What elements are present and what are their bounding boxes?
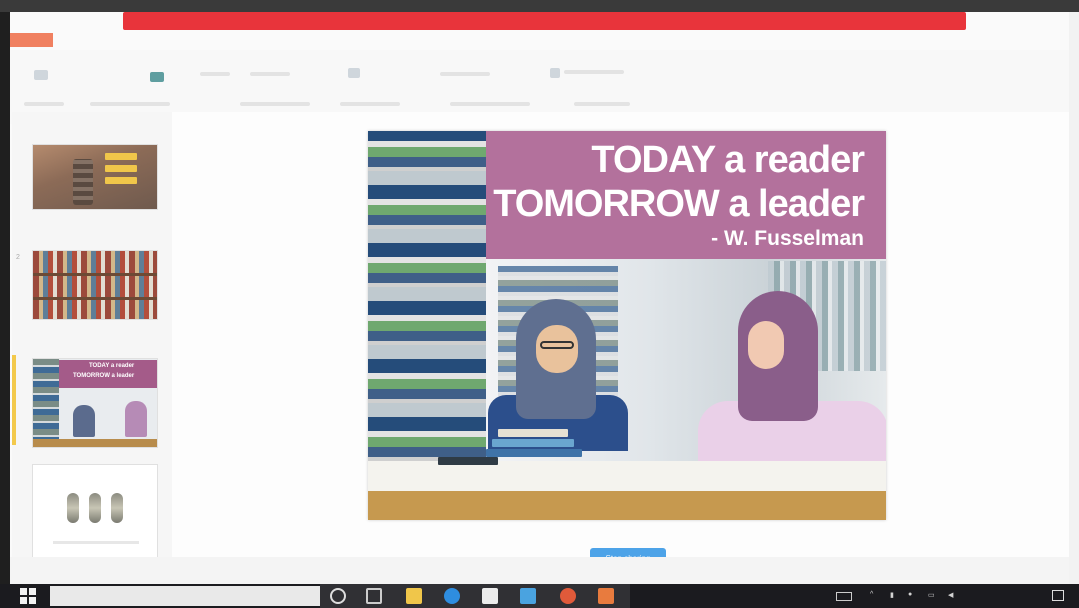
chrome-browser-icon[interactable] (560, 588, 576, 604)
ribbon-group-label (450, 102, 530, 106)
ribbon-group-label (90, 102, 170, 106)
taskbar-search-box[interactable] (50, 586, 320, 606)
microphone-icon[interactable]: ● (908, 591, 912, 598)
store-icon[interactable] (482, 588, 498, 604)
slide-thumbnail-4[interactable] (32, 464, 158, 560)
thumb-text-block (105, 153, 137, 160)
file-explorer-icon[interactable] (406, 588, 422, 604)
slide-thumbnail-1[interactable] (32, 144, 158, 210)
book (498, 429, 568, 437)
selected-slide-marker (12, 355, 16, 445)
ribbon-group-label (574, 102, 630, 106)
thumb-shape (89, 493, 101, 523)
volume-icon[interactable]: ◀ (948, 591, 953, 599)
notifications-icon[interactable] (1052, 590, 1064, 601)
thumb-shape (67, 493, 79, 523)
student-right-face (748, 321, 784, 369)
status-bar (10, 557, 1079, 584)
edge-browser-icon[interactable] (444, 588, 460, 604)
os-taskbar: ^ ▮ ● ▭ ◀ (0, 584, 1079, 608)
slide-number-2: 2 (16, 254, 20, 261)
ribbon-group-slides[interactable] (90, 58, 190, 112)
thumb-person (125, 401, 147, 437)
find-icon[interactable] (550, 68, 560, 78)
screen-share-banner[interactable] (123, 12, 966, 30)
thumb-shelf (33, 297, 157, 300)
font-size-control[interactable] (250, 72, 290, 76)
shapes-control[interactable] (440, 72, 490, 76)
slide-thumbnails-panel: 2 TODAY a reader TOMORROW a leader (12, 112, 172, 560)
ribbon-group-paragraph[interactable] (340, 58, 440, 112)
task-view-icon[interactable] (366, 588, 382, 604)
book (492, 439, 574, 447)
ribbon-group-editing[interactable] (550, 58, 710, 112)
app-brand-tab[interactable] (10, 33, 53, 47)
glasses (540, 341, 574, 349)
mail-icon[interactable] (520, 588, 536, 604)
network-icon[interactable]: ▮ (890, 591, 894, 599)
ribbon-group-font[interactable] (200, 58, 340, 112)
student-right (678, 291, 886, 461)
thumb-desk (33, 439, 157, 447)
font-control[interactable] (200, 72, 230, 76)
window-right-edge (1069, 12, 1079, 584)
ribbon-group-label (24, 102, 64, 106)
thumb-shelves (33, 359, 59, 447)
cortana-icon[interactable] (330, 588, 346, 604)
slide-quote-author: - W. Fusselman (711, 227, 864, 250)
slide-title-line1: TODAY a reader (591, 139, 865, 181)
book (438, 457, 498, 465)
powerpoint-icon[interactable] (598, 588, 614, 604)
ribbon-group-label (240, 102, 310, 106)
book (486, 449, 582, 457)
thumb-image (73, 159, 93, 205)
ribbon-group-label (340, 102, 400, 106)
screen-top-strip (0, 0, 1079, 12)
thumb-title-line1: TODAY a reader (89, 363, 135, 369)
thumb-title-line2: TOMORROW a leader (73, 373, 135, 379)
tray-chevron-icon[interactable]: ^ (870, 591, 873, 598)
slide-thumbnail-2[interactable] (32, 250, 158, 320)
desk-edge (368, 491, 886, 520)
thumb-text-block (105, 165, 137, 172)
thumb-shape (111, 493, 123, 523)
ribbon-group-drawing[interactable] (440, 58, 550, 112)
current-slide[interactable]: TODAY a reader TOMORROW a leader - W. Fu… (368, 131, 886, 520)
taskbar-apps (320, 584, 630, 608)
clipboard-icon[interactable] (34, 70, 48, 80)
thumb-text-block (105, 177, 137, 184)
thumb-shelf (33, 273, 157, 276)
keyboard-icon[interactable] (836, 592, 852, 601)
slide-thumbnail-3[interactable]: TODAY a reader TOMORROW a leader (32, 358, 158, 448)
bookshelf-left (368, 131, 486, 461)
battery-icon[interactable]: ▭ (928, 591, 935, 599)
thumb-person (73, 405, 95, 437)
student-left-face (536, 325, 578, 373)
new-slide-icon[interactable] (150, 72, 164, 82)
windows-start-icon[interactable] (20, 588, 38, 604)
book-stack (438, 423, 608, 467)
screen: 2 TODAY a reader TOMORROW a leader TODAY… (0, 0, 1079, 608)
thumb-line (53, 541, 139, 544)
editing-controls[interactable] (564, 70, 624, 74)
slide-title-line2: TOMORROW a leader (493, 183, 865, 225)
ribbon-group-clipboard[interactable] (24, 58, 84, 112)
thumbnails-header (12, 116, 172, 132)
paragraph-icon[interactable] (348, 68, 360, 78)
system-tray: ^ ▮ ● ▭ ◀ (830, 584, 1079, 608)
